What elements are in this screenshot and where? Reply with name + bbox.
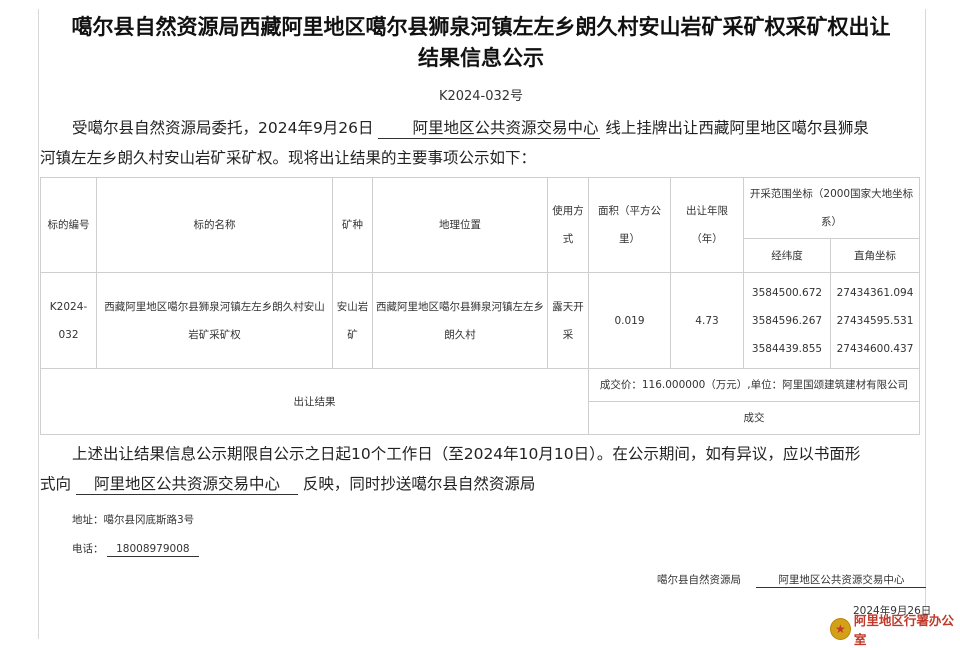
document-number: K2024-032号 <box>438 89 524 104</box>
cell-method: 露天开采 <box>547 272 589 369</box>
deal-price: 成交价：116.000000（万元）,单位：阿里国颂建筑建材有限公司 <box>587 368 921 402</box>
signature-org-1: 噶尔县自然资源局 <box>657 574 741 586</box>
cell-id: K2024-032 <box>40 272 97 369</box>
latlon-value: 3584596.267 <box>751 314 823 327</box>
notice-text-pre: 式向 <box>40 475 72 493</box>
header-rect: 直角坐标 <box>829 238 921 273</box>
deal-status: 成交 <box>587 401 921 435</box>
address-line: 地址：噶尔县冈底斯路3号 <box>72 512 194 527</box>
header-range: 开采范围坐标（2000国家大地坐标系） <box>742 177 921 239</box>
latlon-value: 3584500.672 <box>751 286 823 299</box>
phone-value: 18008979008 <box>106 542 199 557</box>
result-table: 标的编号 标的名称 矿种 地理位置 使用方式 面积（平方公里） 出让年限（年） … <box>40 177 921 435</box>
result-label: 出让结果 <box>40 368 589 435</box>
notice-text-post: 反映，同时抄送噶尔县自然资源局 <box>302 475 536 493</box>
title-line-2: 结果信息公示 <box>418 46 544 70</box>
cell-area: 0.019 <box>588 272 671 369</box>
latlon-value: 3584439.855 <box>751 342 823 355</box>
address-label: 地址： <box>72 514 104 526</box>
intro-text-post: 线上挂牌出让西藏阿里地区噶尔县狮泉 <box>605 119 869 137</box>
notice-paragraph: 上述出让结果信息公示期限自公示之日起10个工作日（至2024年10月10日）。在… <box>40 439 920 499</box>
intro-center-name: 阿里地区公共资源交易中心 <box>378 118 601 139</box>
cell-term: 4.73 <box>670 272 744 369</box>
cell-mineral: 安山岩矿 <box>332 272 373 369</box>
notice-line-1: 上述出让结果信息公示期限自公示之日起10个工作日（至2024年10月10日）。在… <box>72 445 861 463</box>
cell-name: 西藏阿里地区噶尔县狮泉河镇左左乡朗久村安山岩矿采矿权 <box>96 272 333 369</box>
notice-center-name: 阿里地区公共资源交易中心 <box>75 474 298 495</box>
address-value: 噶尔县冈底斯路3号 <box>103 514 195 526</box>
phone-line: 电话： 18008979008 <box>72 541 199 557</box>
header-id: 标的编号 <box>40 177 97 273</box>
header-latlon: 经纬度 <box>743 238 831 273</box>
intro-paragraph: 受噶尔县自然资源局委托，2024年9月26日 阿里地区公共资源交易中心 线上挂牌… <box>40 113 920 173</box>
header-term: 出让年限（年） <box>670 177 744 273</box>
intro-text-pre: 受噶尔县自然资源局委托，2024年9月26日 <box>72 119 374 137</box>
header-location: 地理位置 <box>372 177 548 273</box>
cell-rect: 27434361.094 27434595.531 27434600.437 <box>829 272 921 369</box>
header-method: 使用方式 <box>547 177 589 273</box>
rect-value: 27434595.531 <box>836 314 914 327</box>
intro-text-line2: 河镇左左乡朗久村安山岩矿采矿权。现将出让结果的主要事项公示如下： <box>40 149 537 167</box>
header-area: 面积（平方公里） <box>588 177 671 273</box>
phone-label: 电话： <box>72 543 104 555</box>
cell-location: 西藏阿里地区噶尔县狮泉河镇左左乡朗久村 <box>372 272 548 369</box>
title-line-1: 噶尔县自然资源局西藏阿里地区噶尔县狮泉河镇左左乡朗久村安山岩矿采矿权采矿权出让 <box>71 15 891 39</box>
rect-value: 27434361.094 <box>836 286 914 299</box>
watermark-text: 阿里地区行署办公室 <box>853 612 954 647</box>
signature-org-2: 阿里地区公共资源交易中心 <box>756 573 927 588</box>
header-mineral: 矿种 <box>332 177 373 273</box>
header-name: 标的名称 <box>96 177 333 273</box>
signature-line: 噶尔县自然资源局 阿里地区公共资源交易中心 <box>657 572 927 588</box>
emblem-icon: ★ <box>830 617 851 640</box>
rect-value: 27434600.437 <box>836 342 914 355</box>
document-title: 噶尔县自然资源局西藏阿里地区噶尔县狮泉河镇左左乡朗久村安山岩矿采矿权采矿权出让 … <box>40 12 922 74</box>
cell-latlon: 3584500.672 3584596.267 3584439.855 <box>743 272 831 369</box>
watermark-logo: ★ 阿里地区行署办公室 <box>830 613 960 647</box>
